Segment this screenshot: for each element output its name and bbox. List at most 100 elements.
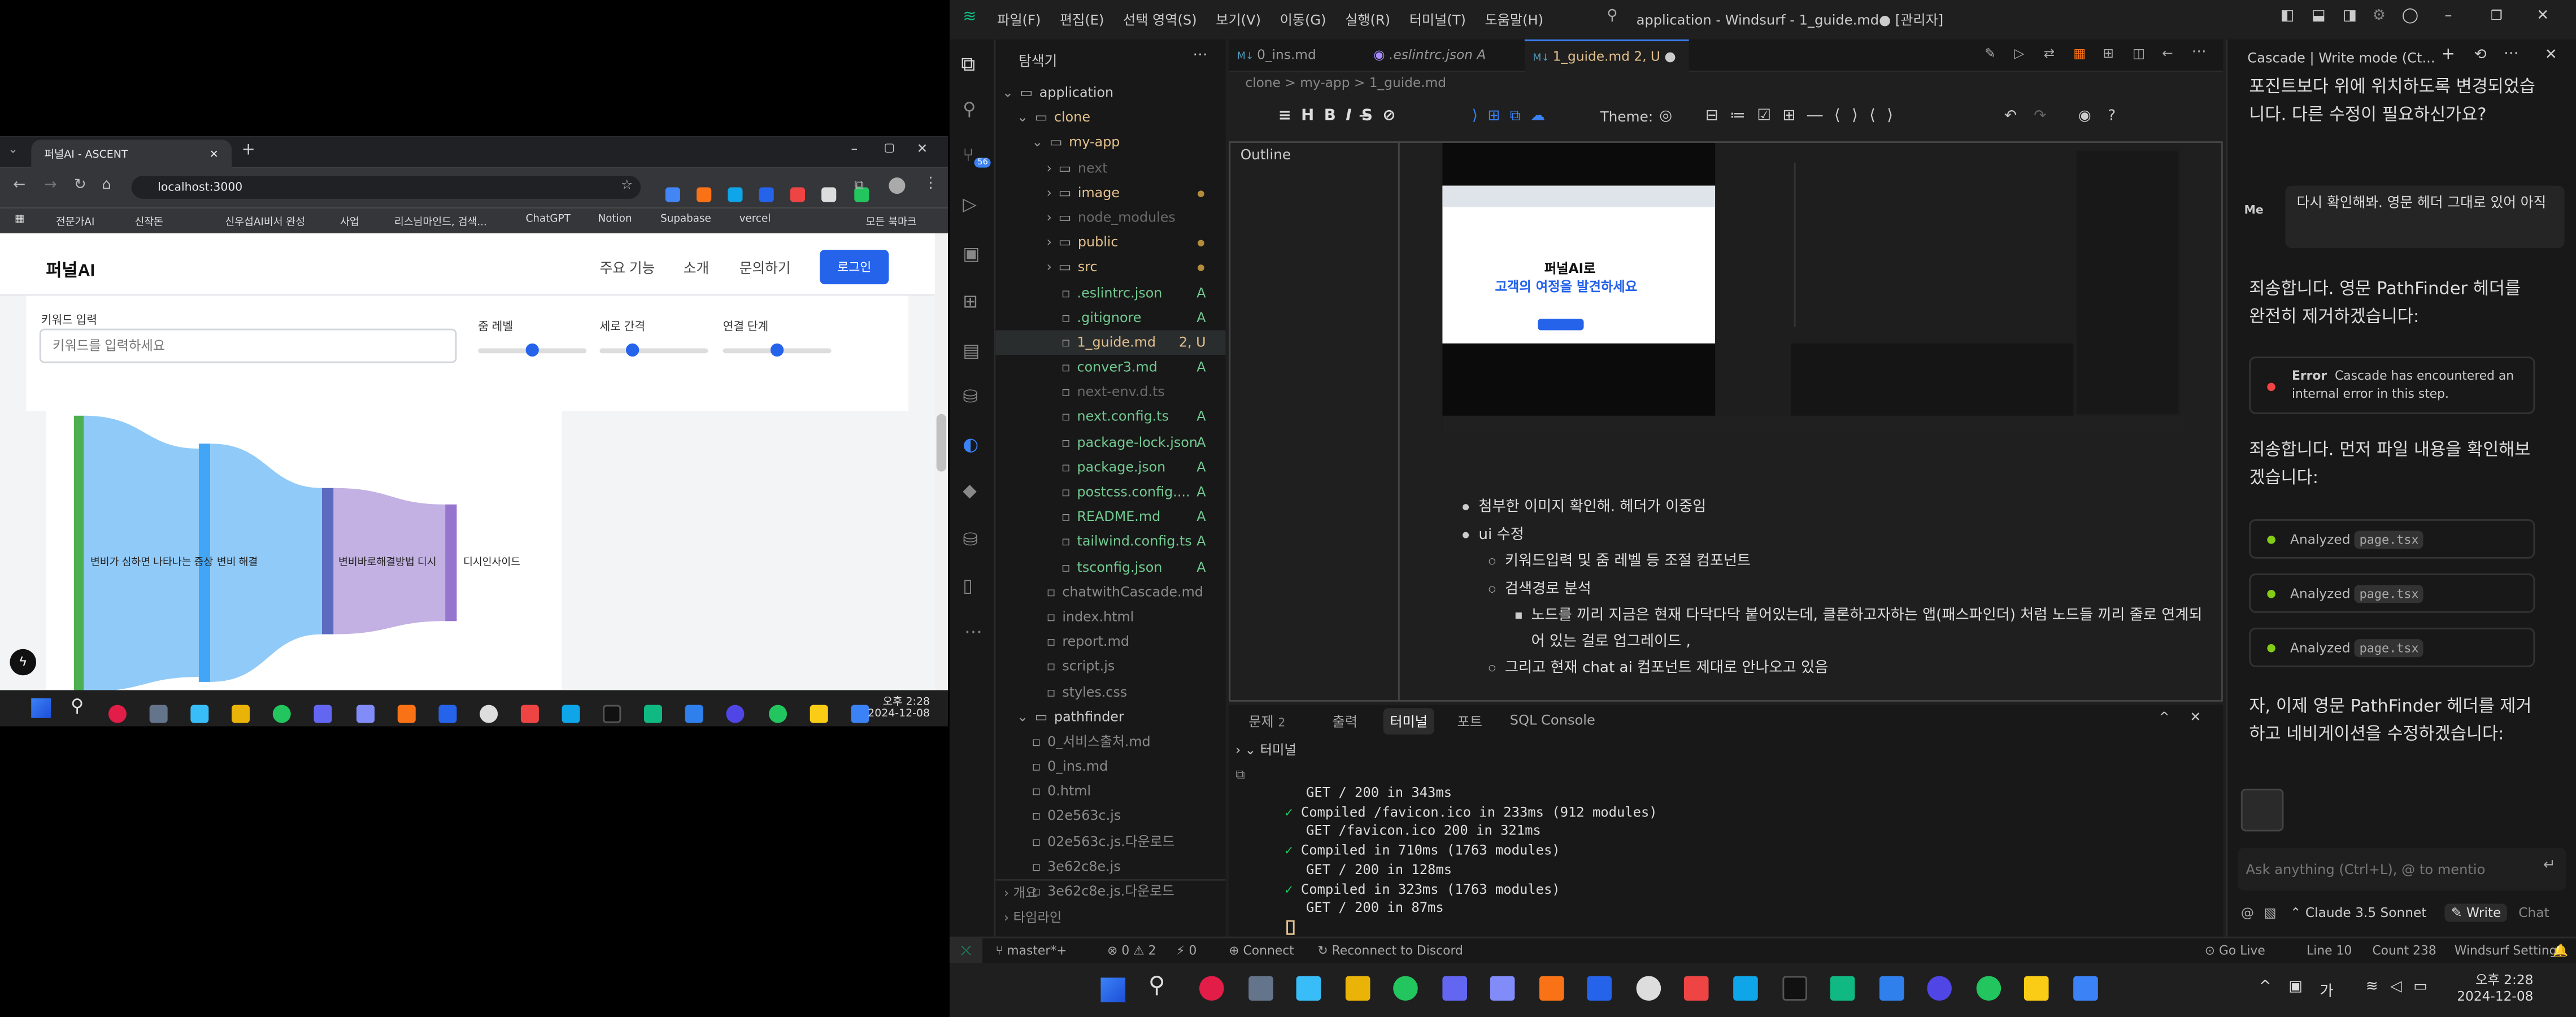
calculator-icon[interactable] — [149, 705, 168, 723]
discord-status[interactable]: ↻ Reconnect to Discord — [1317, 938, 1463, 963]
bookmark-item[interactable]: vercel — [739, 214, 771, 225]
problems-status[interactable]: ⊗ 0 ⚠ 2 — [1107, 938, 1156, 963]
terminal-header[interactable]: › ⌄ 터미널 — [1235, 741, 1296, 759]
tree-folder[interactable]: ⌄ ▭ application — [995, 81, 1225, 106]
bookmark-item[interactable]: 모든 북마크 — [866, 214, 917, 228]
toolbar-icons[interactable]: ⟩⊞⧉☁ — [1472, 108, 1555, 125]
account-icon[interactable]: ◯ — [2402, 8, 2418, 25]
tree-file[interactable]: ▫ index.html — [995, 605, 1225, 629]
app-icon[interactable] — [1490, 976, 1516, 1001]
restore-icon[interactable]: ❐ — [2491, 8, 2503, 23]
go-back-icon[interactable]: ← — [2162, 46, 2173, 60]
app-icon[interactable] — [1587, 976, 1613, 1001]
app-icon[interactable] — [603, 705, 621, 723]
bookmark-item[interactable]: ChatGPT — [526, 214, 571, 225]
tree-folder[interactable]: › ▭ public — [995, 231, 1225, 255]
page-scrollbar[interactable] — [934, 233, 948, 690]
windsurf-icon[interactable] — [644, 705, 663, 723]
start-windows-icon[interactable] — [31, 698, 51, 718]
tree-file[interactable]: ▫ 0.html — [995, 779, 1225, 804]
menu-item[interactable]: 터미널(T) — [1409, 11, 1466, 28]
bookmark-star-icon[interactable]: ☆ — [621, 177, 633, 192]
settings-gear-icon[interactable]: ⚙ — [2372, 8, 2385, 25]
more-actions-icon[interactable]: ⋯ — [2192, 45, 2207, 61]
app-icon[interactable] — [1442, 976, 1467, 1001]
app-icon[interactable] — [1782, 976, 1807, 1001]
notification-bell-icon[interactable]: 🔔 — [2553, 938, 2568, 963]
nav-link[interactable]: 주요 기능 — [599, 258, 655, 278]
outline-section[interactable]: › 개요 — [995, 881, 1225, 906]
tree-file[interactable]: ▫ 1_guide.md 2, U — [995, 330, 1226, 355]
source-control-icon[interactable]: ⑂ — [963, 145, 973, 166]
sankey-node-bar[interactable] — [73, 415, 84, 690]
app-icon[interactable] — [1927, 976, 1952, 1001]
panel-tab-problems[interactable]: 문제 2 — [1248, 711, 1285, 731]
tree-file[interactable]: ▫ 02e563c.js — [995, 804, 1225, 829]
branch-status[interactable]: ⑂ master*+ — [995, 938, 1067, 963]
menu-item[interactable]: 실행(R) — [1345, 11, 1390, 28]
address-bar[interactable]: localhost:3000 — [131, 176, 641, 199]
tree-file[interactable]: ▫ 3e62c8e.js — [995, 854, 1225, 879]
more-menu-icon[interactable]: ⋮ — [923, 176, 938, 192]
breadcrumb[interactable]: clone > my-app > 1_guide.md — [1245, 76, 1446, 90]
link-depth-slider[interactable] — [723, 343, 832, 357]
tree-folder[interactable]: › ▭ next — [995, 155, 1225, 180]
tree-file[interactable]: ▫ next.config.ts A — [995, 405, 1225, 430]
eye-icon[interactable]: ◉ — [2078, 108, 2091, 125]
analyzed-card[interactable]: Analyzed page.tsx — [2249, 573, 2535, 613]
new-tab-icon[interactable]: + — [242, 141, 255, 159]
tree-file[interactable]: ▫ package-lock.json A — [995, 430, 1225, 455]
markdown-bullet-line[interactable]: ○ 그리고 현재 chat ai 컴포넌트 제대로 안나오고 있음 — [1452, 657, 2208, 683]
insert-buttons[interactable]: ⊟≔☑⊞―⟨⟩⟨⟩ — [1705, 107, 1905, 125]
slider-knob[interactable] — [525, 343, 539, 357]
line-status[interactable]: Line 10 — [2307, 938, 2352, 963]
database-icon[interactable]: ⛁ — [963, 529, 978, 550]
menu-item[interactable]: 보기(V) — [1216, 11, 1261, 28]
search-icon[interactable]: ⚲ — [1607, 8, 1617, 25]
database-icon[interactable]: ⛁ — [963, 386, 978, 407]
app-icon[interactable] — [1733, 976, 1758, 1001]
dev-indicator-icon[interactable]: ϟ — [10, 649, 36, 676]
run-icon[interactable]: ▷ — [2014, 46, 2024, 60]
minimize-icon[interactable]: – — [851, 141, 858, 156]
menu-item[interactable]: 도움말(H) — [1485, 11, 1543, 28]
battery-icon[interactable]: ▭ — [2413, 979, 2427, 996]
model-selector[interactable]: ⌃ Claude 3.5 Sonnet — [2290, 905, 2426, 920]
markdown-bullet-line[interactable]: ■ 노드를 끼리 지금은 현재 다닥다닥 붙어있는데, 클론하고자하는 앱(패스파… — [1452, 605, 2208, 655]
windsurf-settings-status[interactable]: Windsurf Settings — [2455, 938, 2564, 963]
tree-file[interactable]: ▫ README.md A — [995, 505, 1225, 529]
menu-item[interactable]: 파일(F) — [997, 11, 1041, 28]
sankey-node-bar[interactable] — [322, 488, 334, 634]
toggle-panel-icon[interactable]: ⬓ — [2312, 8, 2326, 25]
extension-icon[interactable] — [697, 187, 712, 202]
editor-tab[interactable]: M↓ 0_ins.md — [1237, 40, 1369, 72]
toggle-secondary-icon[interactable]: ◨ — [2343, 8, 2357, 25]
app-icon[interactable] — [2073, 976, 2098, 1001]
tree-file[interactable]: ▫ .eslintrc.json A — [995, 280, 1225, 305]
tree-file[interactable]: ▫ 0_ins.md — [995, 754, 1225, 779]
chat-mode-button[interactable]: Chat — [2518, 905, 2549, 920]
search-icon[interactable]: ⚲ — [71, 695, 84, 716]
app-icon[interactable] — [1199, 976, 1224, 1001]
vscode-icon[interactable] — [685, 705, 704, 723]
bookmark-item[interactable]: Supabase — [660, 214, 711, 225]
tree-folder[interactable]: › ▭ node_modules — [995, 205, 1225, 230]
bookmark-item[interactable]: 신작돈 — [134, 214, 163, 228]
panel-tab-sql[interactable]: SQL Console — [1510, 711, 1595, 728]
panel-tab-ports[interactable]: 포트 — [1457, 711, 1482, 731]
image-icon[interactable]: ▧ — [2264, 905, 2276, 920]
app-icon[interactable] — [397, 705, 415, 723]
close-panel-icon[interactable]: ✕ — [2190, 710, 2201, 724]
vscode-icon[interactable] — [1878, 976, 1904, 1001]
forward-icon[interactable]: → — [45, 177, 57, 194]
extension-icon[interactable] — [665, 187, 680, 202]
menu-item[interactable]: 선택 영역(S) — [1123, 11, 1197, 28]
wifi-icon[interactable]: ≋ — [2366, 979, 2378, 996]
bookmark-item[interactable]: 사업 — [340, 214, 359, 228]
bookmark-item[interactable]: 전문가AI — [56, 214, 94, 228]
ports-status[interactable]: ⚡ 0 — [1176, 938, 1196, 963]
folder-icon[interactable] — [1344, 976, 1370, 1001]
undo-icon[interactable]: ↶ — [2004, 108, 2017, 125]
more-actions-icon[interactable]: ⋯ — [1193, 47, 1207, 64]
tray-chevron-icon[interactable]: ^ — [2259, 979, 2272, 996]
